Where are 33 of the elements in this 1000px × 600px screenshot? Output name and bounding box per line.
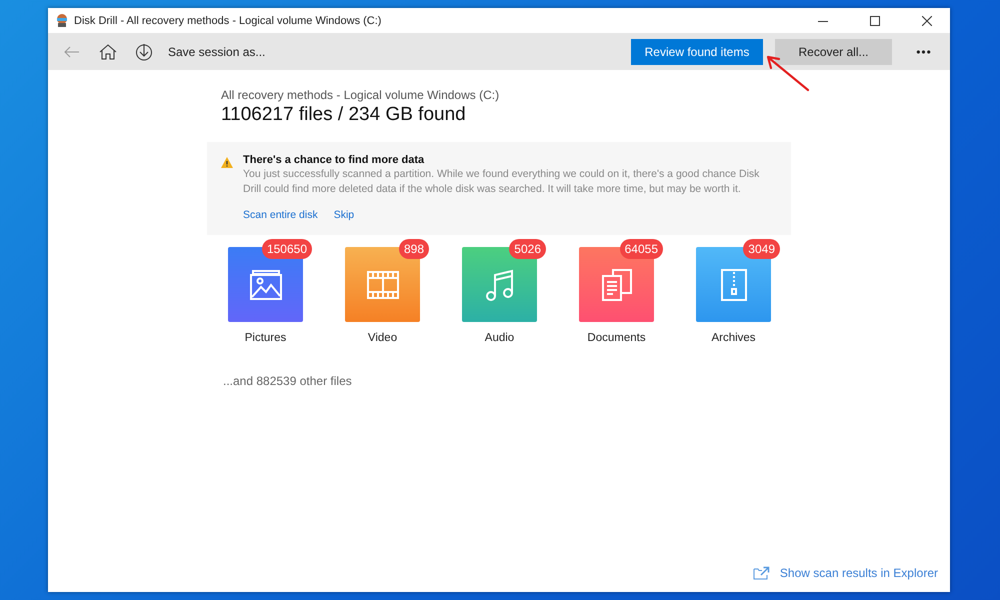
notice-text: You just successfully scanned a partition. While we found everything we could on it, there's a good chance Disk Drill could find more deleted data if the whole disk was searched. It will take more time, but may be worth it. (243, 167, 760, 197)
count-badge: 5026 (509, 239, 546, 259)
music-note-icon (486, 268, 514, 300)
notice-title: There's a chance to find more data (243, 154, 426, 166)
count-badge: 150650 (262, 239, 312, 259)
scan-summary: 1106217 files / 234 GB found (220, 104, 467, 126)
recover-all-button[interactable]: Recover all... (775, 38, 892, 64)
notice-link[interactable]: Skip (334, 209, 354, 221)
count-badge: 898 (398, 239, 429, 259)
category-label: Audio (484, 332, 514, 344)
scan-subtitle: All recovery methods - Logical volume Windows (C:) (220, 88, 500, 102)
documents-icon (602, 268, 632, 300)
window-title: Disk Drill - All recovery methods - Logical volume Windows (C:) (74, 14, 382, 26)
category-label: Archives (711, 332, 756, 344)
category-label: Pictures (244, 332, 286, 344)
film-strip-icon (366, 270, 398, 298)
app-logo-icon (56, 14, 68, 27)
category-label: Video (368, 332, 398, 344)
other-files-text: ...and 882539 other files (222, 374, 353, 388)
warning-icon (221, 157, 233, 168)
external-open-icon (752, 566, 770, 580)
maximize-icon[interactable] (870, 16, 880, 26)
more-menu-button[interactable]: ••• (906, 44, 942, 60)
close-icon[interactable] (922, 16, 932, 26)
count-badge: 64055 (620, 239, 663, 259)
archive-icon (720, 268, 746, 300)
count-badge: 3049 (743, 239, 780, 259)
picture-icon (250, 270, 282, 300)
category-label: Documents (587, 332, 646, 344)
explorer-link[interactable]: Show scan results in Explorer (780, 566, 938, 580)
notice-link[interactable]: Scan entire disk (243, 209, 318, 221)
review-found-items-button[interactable]: Review found items (631, 38, 763, 64)
save-session-button[interactable]: Save session as... (164, 44, 270, 58)
